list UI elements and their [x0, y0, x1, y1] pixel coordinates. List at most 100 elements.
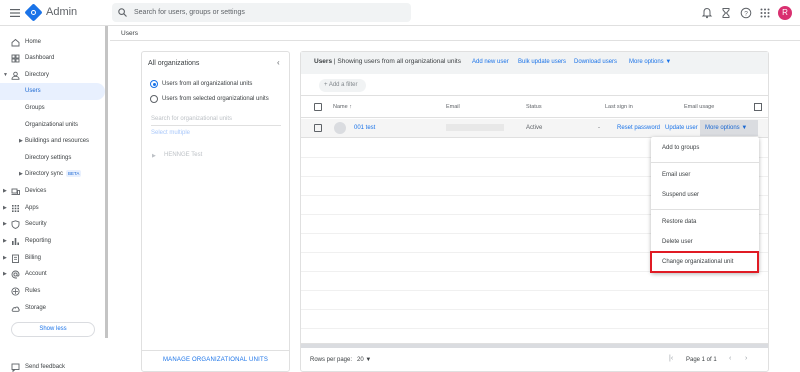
sidebar-item-label: Directory sync — [25, 171, 64, 177]
caret-right-icon[interactable]: ▶ — [152, 153, 156, 159]
horizontal-scrollbar[interactable] — [301, 344, 768, 348]
radio-all-org-units-label[interactable]: Users from all organizational units — [162, 81, 252, 87]
add-new-user-button[interactable]: Add new user — [472, 59, 509, 65]
bell-icon[interactable] — [701, 7, 713, 19]
radio-selected-org-units[interactable] — [150, 95, 158, 103]
sidebar-item-users[interactable]: Users — [0, 83, 105, 100]
menu-item-suspend-user[interactable]: Suspend user — [662, 192, 699, 198]
column-last-sign-in[interactable]: Last sign in — [605, 104, 633, 110]
sidebar-item-directory[interactable]: ▼ Directory — [0, 67, 105, 84]
admin-logo-person-icon — [31, 10, 36, 15]
column-settings-icon[interactable] — [754, 103, 762, 111]
caret-right-icon: ▶ — [3, 255, 7, 261]
breadcrumb[interactable]: Users — [121, 30, 138, 37]
sidebar-item-label: Dashboard — [25, 55, 55, 61]
menu-item-add-to-groups[interactable]: Add to groups — [662, 145, 699, 151]
pager-status: Page 1 of 1 — [686, 357, 717, 363]
rules-icon — [11, 287, 20, 296]
apps-launcher-icon[interactable] — [759, 7, 771, 19]
sidebar-item-label: Buildings and resources — [25, 138, 90, 144]
divider — [301, 328, 768, 329]
caret-right-icon: ▶ — [3, 188, 7, 194]
sidebar-item-account[interactable]: ▶ Account — [0, 266, 105, 283]
hamburger-menu-icon[interactable] — [10, 8, 20, 18]
divider — [141, 350, 290, 351]
at-icon — [11, 270, 20, 279]
caret-right-icon: ▶ — [19, 138, 23, 144]
sidebar-item-storage[interactable]: Storage — [0, 300, 105, 317]
sidebar-item-dashboard[interactable]: Dashboard — [0, 50, 105, 67]
sidebar-item-organizational-units[interactable]: Organizational units — [0, 117, 105, 134]
download-users-button[interactable]: Download users — [574, 59, 617, 65]
sidebar-item-label: Directory — [25, 72, 50, 78]
select-all-checkbox[interactable] — [314, 103, 322, 111]
sidebar-item-home[interactable]: Home — [0, 34, 105, 51]
next-page-icon[interactable]: › — [745, 355, 747, 362]
user-name-link[interactable]: 001 test — [354, 125, 375, 131]
app-title[interactable]: Admin — [46, 6, 77, 18]
reset-password-button[interactable]: Reset password — [617, 125, 660, 131]
chevron-left-icon[interactable]: ‹ — [277, 58, 280, 67]
sidebar-item-groups[interactable]: Groups — [0, 100, 105, 117]
feedback-icon[interactable] — [11, 363, 20, 372]
sidebar-item-buildings-and-resources[interactable]: ▶ Buildings and resources — [0, 133, 105, 150]
sidebar-item-security[interactable]: ▶ Security — [0, 216, 105, 233]
sidebar-item-apps[interactable]: ▶ Apps — [0, 200, 105, 217]
rows-per-page-value: 20 — [357, 357, 364, 363]
show-less-button[interactable]: Show less — [11, 322, 95, 337]
account-avatar[interactable]: R — [778, 6, 792, 20]
more-options-header-button[interactable]: More options ▼ — [629, 59, 671, 65]
rows-per-page-select[interactable]: 20 ▼ — [357, 357, 371, 363]
user-last-sign-in: - — [598, 125, 600, 131]
menu-item-restore-data[interactable]: Restore data — [662, 219, 696, 225]
row-more-options-label: More options — [705, 125, 740, 131]
prev-page-icon[interactable]: ‹ — [729, 355, 731, 362]
sidebar-item-label: Rules — [25, 288, 41, 294]
column-email[interactable]: Email — [446, 104, 460, 110]
sidebar-scrollbar[interactable] — [105, 26, 108, 338]
svg-text:?: ? — [744, 10, 748, 17]
column-name[interactable]: Name ↑ — [333, 104, 352, 110]
radio-all-org-units[interactable] — [150, 80, 158, 88]
menu-item-email-user[interactable]: Email user — [662, 172, 690, 178]
add-filter-button[interactable]: + Add a filter — [319, 79, 366, 92]
highlight-box — [650, 251, 759, 273]
radio-selected-org-units-label[interactable]: Users from selected organizational units — [162, 96, 269, 102]
sidebar-item-rules[interactable]: Rules — [0, 283, 105, 300]
org-panel-title: All organizations — [148, 60, 200, 67]
column-status[interactable]: Status — [526, 104, 542, 110]
filter-bar — [301, 74, 768, 96]
menu-divider — [651, 162, 759, 163]
sidebar-item-billing[interactable]: ▶ Billing — [0, 250, 105, 267]
menu-item-delete-user[interactable]: Delete user — [662, 239, 693, 245]
sort-arrow-up-icon: ↑ — [349, 104, 352, 110]
org-unit-search-input[interactable]: Search for organizational units — [151, 116, 232, 122]
sidebar-item-directory-sync[interactable]: ▶ Directory sync BETA — [0, 166, 105, 183]
users-title-rest: | Showing users from all organizational … — [332, 58, 461, 65]
row-checkbox[interactable] — [314, 124, 322, 132]
sidebar-item-label: Users — [25, 88, 41, 94]
dashboard-icon — [11, 54, 20, 63]
sidebar-item-devices[interactable]: ▶ Devices — [0, 183, 105, 200]
update-user-button[interactable]: Update user — [665, 125, 698, 131]
row-more-options-button[interactable]: More options ▼ — [700, 120, 758, 136]
column-email-usage[interactable]: Email usage — [684, 104, 714, 110]
user-email-redacted — [446, 124, 504, 131]
caret-down-icon: ▼ — [741, 125, 748, 131]
hourglass-icon[interactable] — [720, 7, 732, 19]
send-feedback-link[interactable]: Send feedback — [25, 364, 65, 370]
bulk-update-users-button[interactable]: Bulk update users — [518, 59, 566, 65]
sidebar-item-directory-settings[interactable]: Directory settings — [0, 150, 105, 167]
sidebar-item-label: Security — [25, 221, 47, 227]
manage-org-units-button[interactable]: MANAGE ORGANIZATIONAL UNITS — [142, 357, 289, 363]
sidebar-item-reporting[interactable]: ▶ Reporting — [0, 233, 105, 250]
help-icon[interactable]: ? — [740, 7, 752, 19]
sidebar: Home Dashboard ▼ Directory Users Groups … — [0, 26, 105, 372]
sidebar-item-label: Devices — [25, 188, 47, 194]
first-page-icon[interactable]: |‹ — [669, 355, 673, 362]
caret-right-icon: ▶ — [19, 171, 23, 177]
menu-divider — [651, 209, 759, 210]
org-tree-item[interactable]: HENNGE Test — [164, 152, 202, 158]
select-multiple-link[interactable]: Select multiple — [151, 130, 190, 136]
cloud-icon — [11, 304, 20, 313]
